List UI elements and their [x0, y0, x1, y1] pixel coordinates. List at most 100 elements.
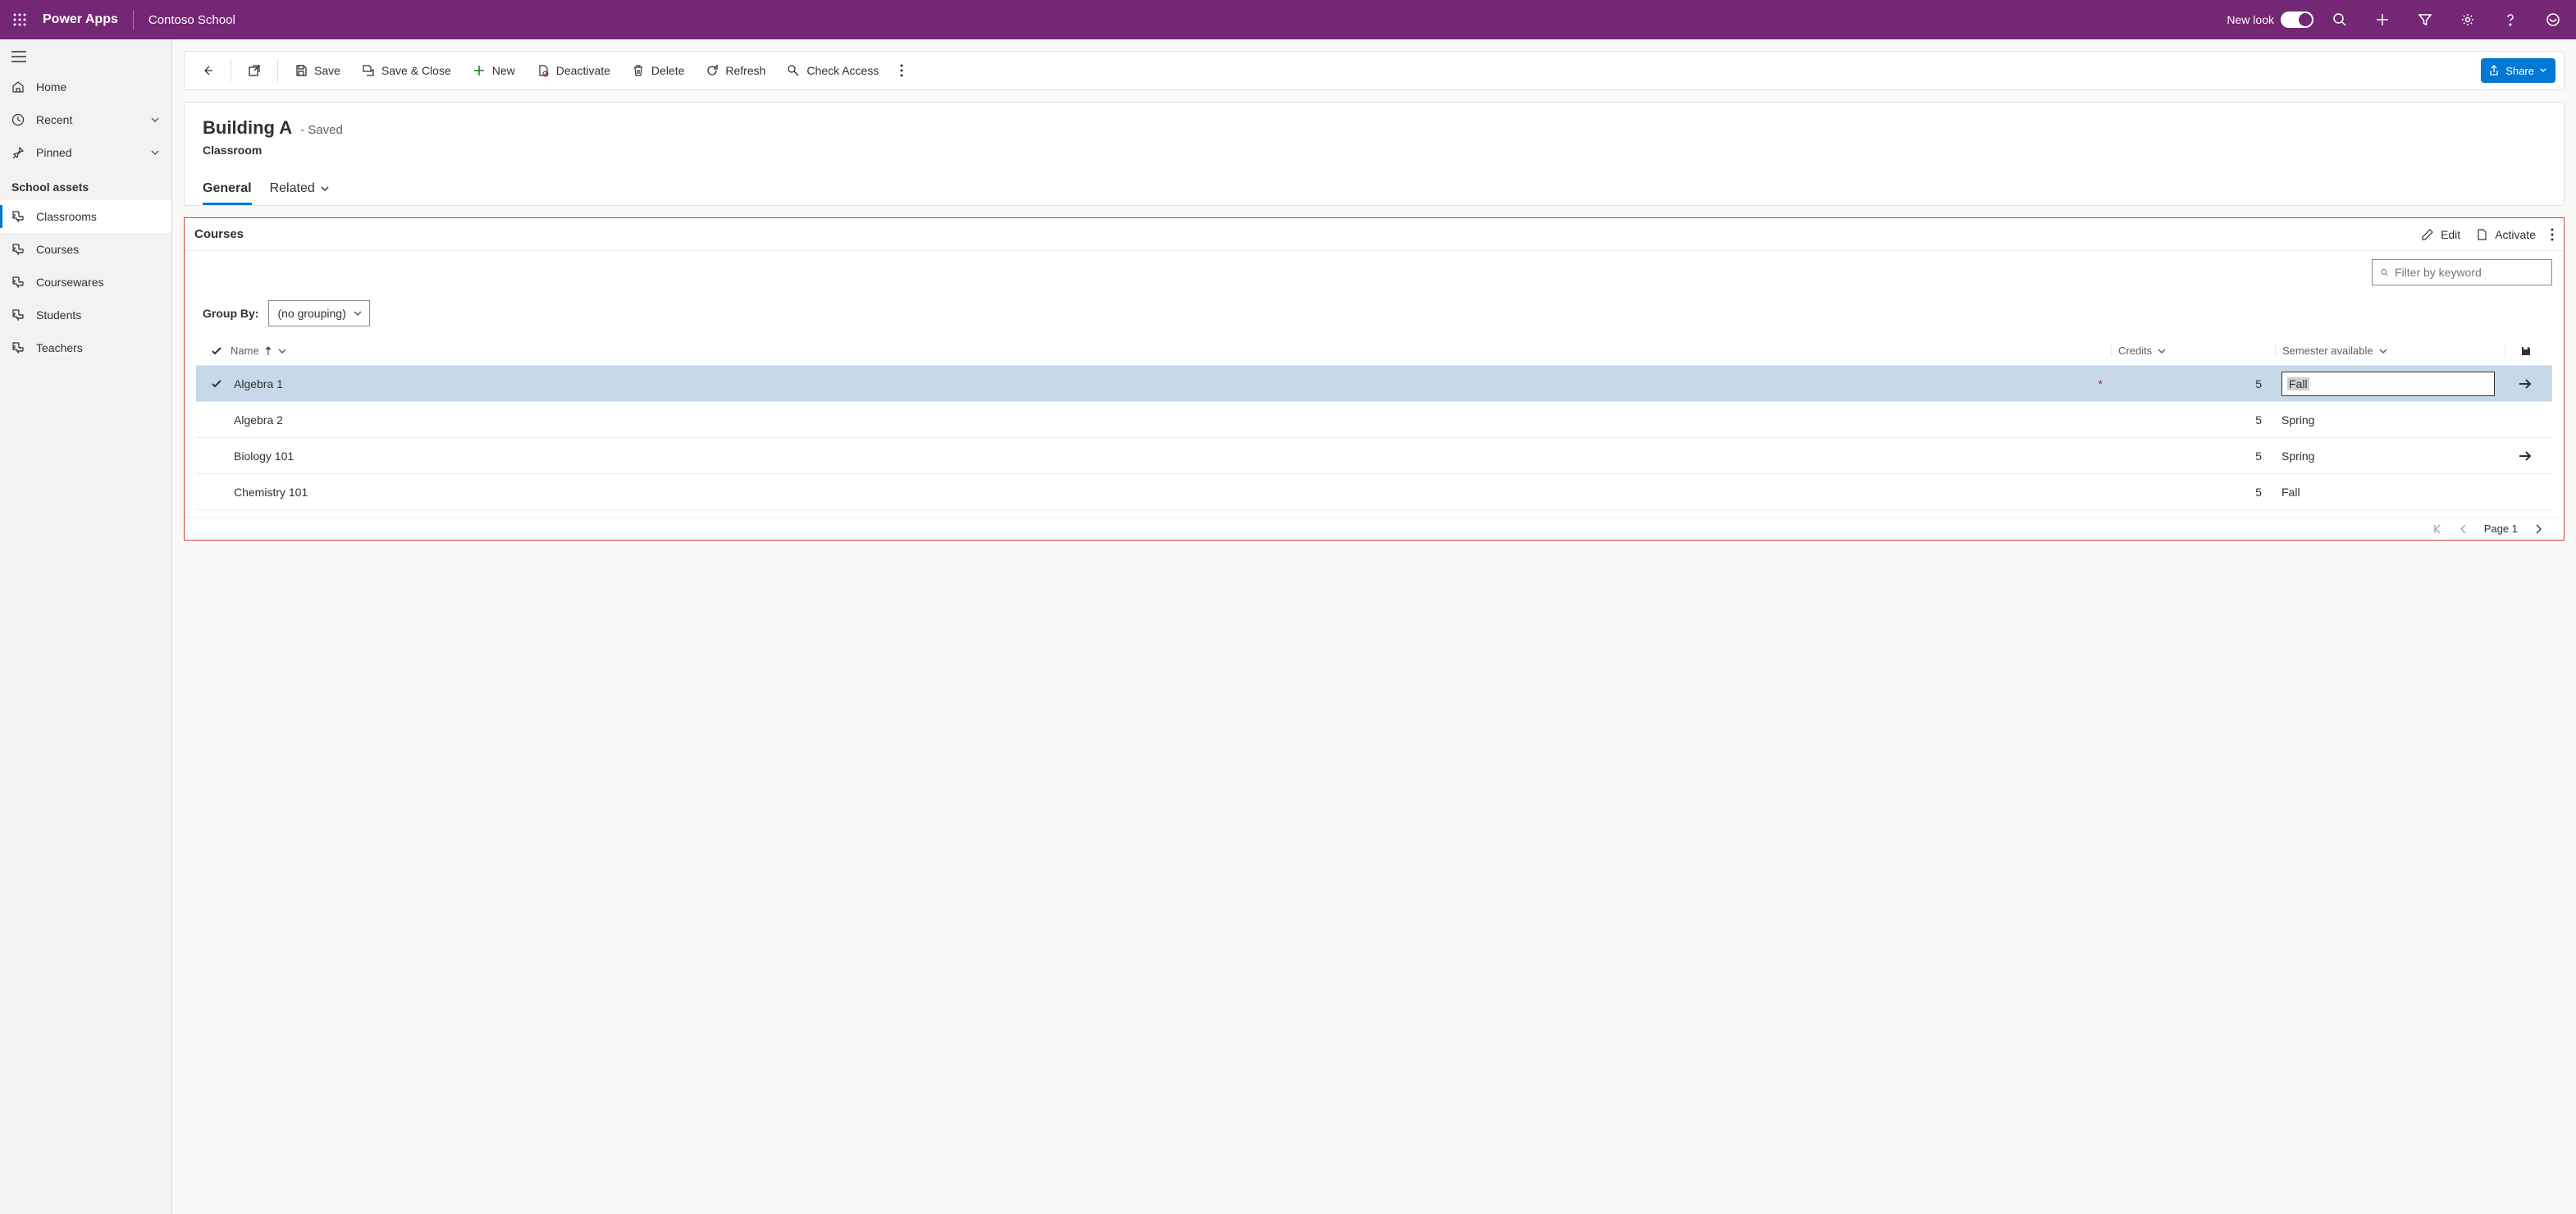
subgrid-more-button[interactable]	[2551, 228, 2554, 241]
app-launcher-icon[interactable]	[7, 7, 33, 33]
puzzle-icon	[11, 341, 25, 354]
delete-button[interactable]: Delete	[623, 56, 692, 85]
refresh-label: Refresh	[725, 64, 765, 77]
cell-name[interactable]: Algebra 2	[231, 413, 2111, 427]
select-all-checkbox[interactable]	[203, 345, 231, 357]
save-close-label: Save & Close	[381, 64, 451, 77]
cell-credits[interactable]: 5	[2111, 486, 2275, 499]
table-row[interactable]: Biology 101 5 Spring	[196, 438, 2552, 474]
sidebar-item-label: Courses	[36, 243, 79, 256]
row-open-button[interactable]	[2505, 378, 2546, 390]
filter-field[interactable]	[2395, 266, 2543, 279]
home-icon	[11, 80, 25, 94]
open-new-window-button[interactable]	[240, 56, 269, 85]
nav-home-label: Home	[36, 80, 66, 94]
cell-semester[interactable]: Fall	[2275, 372, 2505, 396]
save-icon	[295, 64, 308, 77]
save-icon	[2520, 345, 2532, 357]
nav-recent[interactable]: Recent	[0, 103, 171, 136]
form-tabs: General Related	[203, 175, 2546, 205]
row-open-button[interactable]	[2505, 450, 2546, 462]
new-button[interactable]: New	[464, 56, 523, 85]
new-look-toggle[interactable]: New look	[2227, 11, 2313, 28]
hamburger-icon[interactable]	[0, 43, 171, 71]
cell-semester[interactable]: Fall	[2275, 486, 2505, 499]
tab-related[interactable]: Related	[270, 175, 330, 205]
toggle-switch[interactable]	[2281, 11, 2313, 28]
sidebar-item-label: Coursewares	[36, 276, 103, 289]
pin-icon	[11, 146, 25, 159]
pencil-icon	[2421, 228, 2434, 241]
cell-credits[interactable]: 5	[2111, 377, 2275, 390]
nav-section-title: School assets	[0, 169, 171, 200]
grid-header: Name Credits Semester available	[196, 336, 2552, 366]
save-button[interactable]: Save	[286, 56, 349, 85]
filter-icon[interactable]	[2409, 3, 2441, 36]
help-icon[interactable]	[2494, 3, 2527, 36]
record-status: - Saved	[300, 123, 343, 137]
sidebar-item-coursewares[interactable]: Coursewares	[0, 266, 171, 299]
prev-page-icon[interactable]	[2458, 523, 2469, 535]
next-page-icon[interactable]	[2533, 523, 2544, 535]
sidebar-item-teachers[interactable]: Teachers	[0, 331, 171, 364]
table-row[interactable]: Chemistry 101 5 Fall	[196, 474, 2552, 510]
check-icon	[211, 378, 222, 390]
cell-credits[interactable]: 5	[2111, 450, 2275, 463]
subgrid-activate-button[interactable]: Activate	[2475, 228, 2536, 241]
subgrid-title: Courses	[194, 227, 244, 241]
plus-icon	[473, 64, 486, 77]
column-save-icon[interactable]	[2505, 345, 2546, 357]
back-button[interactable]	[193, 56, 222, 85]
sidebar-item-classrooms[interactable]: Classrooms	[0, 200, 171, 233]
overflow-button[interactable]	[892, 56, 911, 85]
row-checkbox[interactable]	[203, 378, 231, 390]
first-page-icon[interactable]	[2432, 523, 2443, 535]
share-label: Share	[2505, 65, 2534, 77]
refresh-button[interactable]: Refresh	[697, 56, 774, 85]
groupby-select[interactable]: (no grouping)	[268, 300, 369, 326]
table-row[interactable]: Algebra 2 5 Spring	[196, 402, 2552, 438]
puzzle-icon	[11, 210, 25, 223]
delete-label: Delete	[651, 64, 684, 77]
cell-semester[interactable]: Spring	[2275, 413, 2505, 427]
gear-icon[interactable]	[2451, 3, 2484, 36]
save-close-button[interactable]: Save & Close	[354, 56, 459, 85]
sort-asc-icon	[264, 346, 272, 356]
deactivate-button[interactable]: Deactivate	[528, 56, 619, 85]
main-content: Save Save & Close New Deactivate Delete …	[172, 39, 2576, 1214]
chevron-down-icon	[2539, 66, 2547, 75]
table-row[interactable]: Algebra 1 * 5 Fall	[196, 366, 2552, 402]
nav-pinned[interactable]: Pinned	[0, 136, 171, 169]
cell-name[interactable]: Biology 101	[231, 450, 2111, 463]
column-header-credits[interactable]: Credits	[2111, 345, 2275, 357]
deactivate-label: Deactivate	[556, 64, 610, 77]
cell-semester[interactable]: Spring	[2275, 450, 2505, 463]
assistant-icon[interactable]	[2537, 3, 2569, 36]
trash-icon	[632, 64, 645, 77]
sidebar-item-courses[interactable]: Courses	[0, 233, 171, 266]
tab-general[interactable]: General	[203, 175, 252, 205]
share-button[interactable]: Share	[2481, 58, 2555, 83]
cell-credits[interactable]: 5	[2111, 413, 2275, 427]
cell-name[interactable]: Chemistry 101	[231, 486, 2111, 499]
add-icon[interactable]	[2366, 3, 2399, 36]
subgrid-edit-button[interactable]: Edit	[2421, 228, 2460, 241]
new-label: New	[492, 64, 515, 77]
courses-subgrid: Courses Edit Activate	[184, 217, 2565, 541]
save-close-icon	[362, 64, 375, 77]
search-icon[interactable]	[2323, 3, 2356, 36]
column-header-semester[interactable]: Semester available	[2275, 345, 2505, 357]
semester-edit-input[interactable]: Fall	[2281, 372, 2495, 396]
key-search-icon	[787, 64, 800, 77]
chevron-down-icon	[2378, 346, 2388, 356]
arrow-left-icon	[201, 64, 214, 77]
filter-input[interactable]	[2372, 259, 2552, 285]
cell-name[interactable]: Algebra 1 *	[231, 377, 2111, 390]
tab-related-label: Related	[270, 181, 315, 196]
check-access-button[interactable]: Check Access	[779, 56, 887, 85]
sidebar-item-students[interactable]: Students	[0, 299, 171, 331]
more-vertical-icon	[2551, 228, 2554, 241]
chevron-down-icon	[277, 346, 287, 356]
nav-home[interactable]: Home	[0, 71, 171, 103]
column-header-name[interactable]: Name	[231, 345, 2111, 357]
